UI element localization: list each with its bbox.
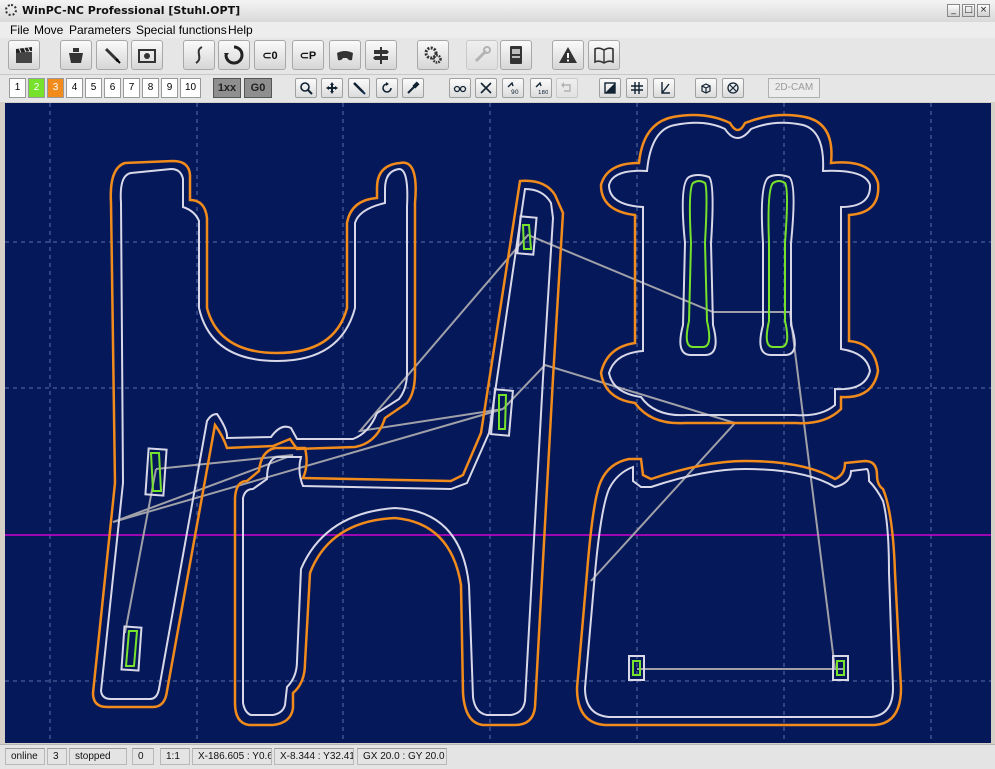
cube-icon[interactable] (695, 78, 717, 98)
rotate-180-icon[interactable]: 180 (530, 78, 552, 98)
tool-slot-1[interactable]: 1 (9, 78, 26, 98)
rotate-icon[interactable] (376, 78, 398, 98)
contour-outer (91, 159, 417, 709)
tool-slot-2[interactable]: 2 (28, 78, 45, 98)
close-button[interactable]: × (977, 4, 990, 17)
menu-file[interactable]: File (10, 22, 29, 38)
g0-toggle-button[interactable]: G0 (244, 78, 272, 98)
app-icon (5, 4, 17, 16)
fill-toggle-icon[interactable] (599, 78, 621, 98)
part-backrest (599, 113, 880, 425)
return-park-icon[interactable]: ⊂P (292, 40, 324, 70)
pencil-icon[interactable] (348, 78, 370, 98)
glasses-icon[interactable] (449, 78, 471, 98)
contour-inner (607, 121, 872, 417)
mirror-icon[interactable] (475, 78, 497, 98)
pen-icon[interactable] (96, 40, 128, 70)
undo-icon[interactable] (556, 78, 578, 98)
slot-contour (759, 174, 796, 356)
contour-outer (575, 457, 903, 727)
wrench-icon[interactable] (466, 40, 498, 70)
path-s-icon[interactable] (183, 40, 215, 70)
hammer-icon[interactable] (402, 78, 424, 98)
pocket-slot (498, 394, 508, 430)
menu-parameters[interactable]: Parameters (69, 22, 131, 38)
camera-tray-icon[interactable] (131, 40, 163, 70)
gears-icon[interactable] (417, 40, 449, 70)
contour-inner (99, 167, 409, 700)
svg-text:90: 90 (511, 89, 519, 95)
tool-slot-9[interactable]: 9 (161, 78, 178, 98)
status-count: 0 (132, 748, 154, 765)
status-connection: online (5, 748, 45, 765)
menu-move[interactable]: Move (34, 22, 63, 38)
status-bar: online 3 stopped 0 1:1 X-186.605 : Y0.65… (0, 744, 995, 769)
title-bar: WinPC-NC Professional [Stuhl.OPT] _ □ × (0, 0, 995, 23)
2d-cam-button[interactable]: 2D-CAM (768, 78, 820, 98)
slot-frame (120, 625, 143, 672)
drawing-canvas[interactable] (5, 103, 991, 743)
signpost-icon[interactable] (365, 40, 397, 70)
status-coords-end: X-8.344 : Y32.414 (274, 748, 354, 765)
part-seat (575, 457, 903, 727)
travel-moves (112, 233, 843, 670)
circle-arrows-icon[interactable] (218, 40, 250, 70)
slot-contour (679, 174, 717, 356)
warning-icon[interactable] (552, 40, 584, 70)
status-grid: GX 20.0 : GY 20.0 (357, 748, 447, 765)
status-coords-start: X-186.605 : Y0.656 (192, 748, 272, 765)
minimize-button[interactable]: _ (947, 4, 960, 17)
status-scale: 1:1 (160, 748, 190, 765)
pot-icon[interactable] (60, 40, 92, 70)
main-toolbar: ⊂0 ⊂P (0, 38, 995, 75)
pocket-slot (685, 180, 711, 348)
pan-icon[interactable] (321, 78, 343, 98)
status-state: stopped (69, 748, 127, 765)
return-zero-icon[interactable]: ⊂0 (254, 40, 286, 70)
axes-icon[interactable] (653, 78, 675, 98)
rotate-90-icon[interactable]: 90 (502, 78, 524, 98)
tool-slot-3[interactable]: 3 (47, 78, 64, 98)
zoom-icon[interactable] (295, 78, 317, 98)
tool-slot-5[interactable]: 5 (85, 78, 102, 98)
tool-slot-7[interactable]: 7 (123, 78, 140, 98)
status-tool: 3 (47, 748, 67, 765)
tool-slot-6[interactable]: 6 (104, 78, 121, 98)
svg-text:180: 180 (538, 90, 548, 95)
view-toolbar: 1 2 3 4 5 6 7 8 9 10 1xx G0 90 180 2D-CA… (0, 75, 995, 102)
toolpath-view[interactable] (5, 103, 991, 743)
maximize-button[interactable]: □ (962, 4, 975, 17)
part-front-frame (233, 179, 565, 727)
part-rear-frame (91, 159, 417, 709)
window-title: WinPC-NC Professional [Stuhl.OPT] (22, 4, 241, 17)
machine-icon[interactable] (500, 40, 532, 70)
grid-icon[interactable] (626, 78, 648, 98)
travel-path (112, 233, 843, 670)
menu-special-functions[interactable]: Special functions (136, 22, 227, 38)
tool-slot-8[interactable]: 8 (142, 78, 159, 98)
tool-slot-10[interactable]: 10 (180, 78, 201, 98)
gamepad-icon[interactable] (329, 40, 361, 70)
menu-bar: File Move Parameters Special functions H… (0, 22, 995, 38)
menu-help[interactable]: Help (228, 22, 253, 38)
film-clapper-icon[interactable] (8, 40, 40, 70)
book-icon[interactable] (588, 40, 620, 70)
tool-slot-4[interactable]: 4 (66, 78, 83, 98)
speed-toggle-button[interactable]: 1xx (213, 78, 241, 98)
fit-icon[interactable] (722, 78, 744, 98)
pocket-slot (124, 630, 139, 667)
